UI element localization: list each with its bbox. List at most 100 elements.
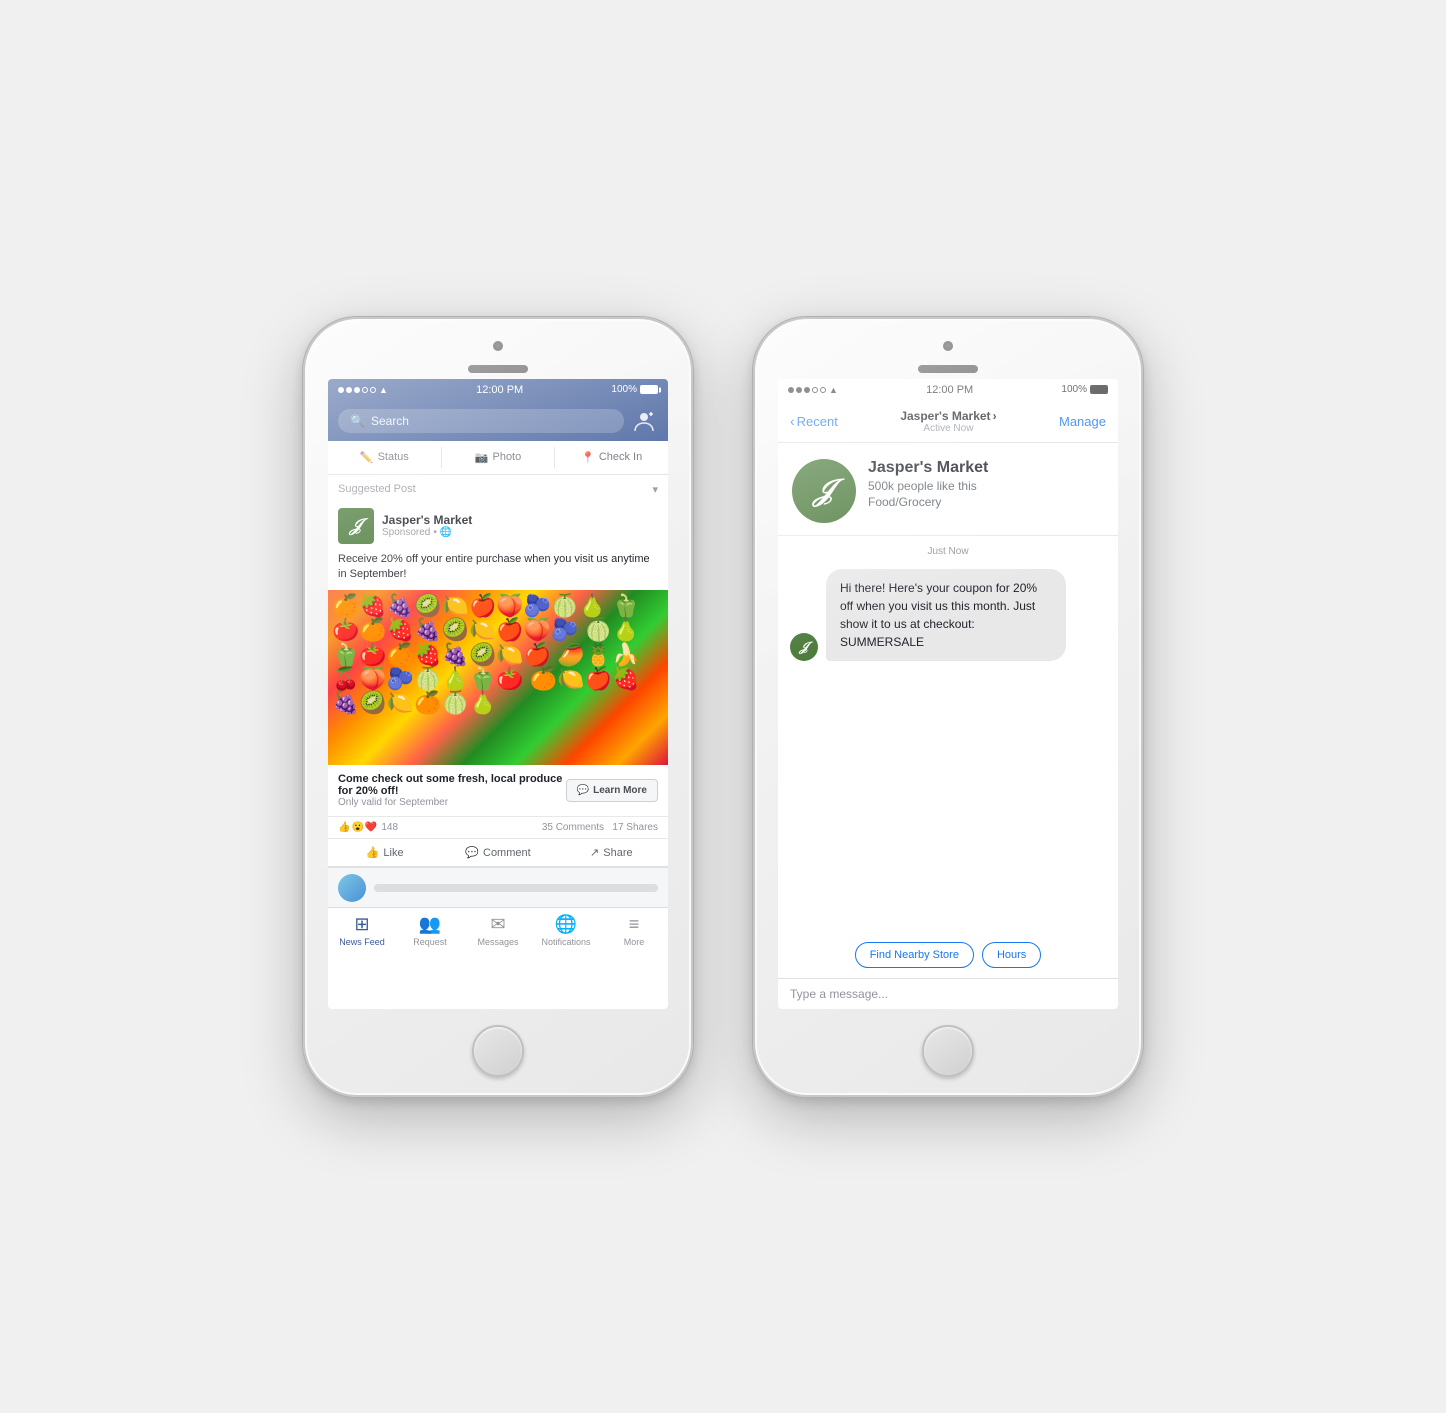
fb-status-bar: ▲ 12:00 PM 100% bbox=[328, 379, 668, 401]
msg-page-likes: 500k people like this bbox=[868, 479, 1104, 493]
msg-status-time: 12:00 PM bbox=[926, 384, 973, 396]
sponsored-text: Sponsored bbox=[382, 527, 430, 538]
search-placeholder: Search bbox=[371, 414, 409, 428]
msg-chat-area: Just Now 𝒥 Hi there! Here's your coupon … bbox=[778, 536, 1118, 932]
mdot2 bbox=[796, 387, 802, 393]
photo-button[interactable]: 📷 Photo bbox=[442, 447, 556, 468]
home-button-1[interactable] bbox=[472, 1025, 524, 1077]
suggested-text: Suggested Post bbox=[338, 483, 416, 495]
search-icon: 🔍 bbox=[350, 414, 365, 428]
heart-emoji: ❤️ bbox=[365, 822, 377, 833]
fb-bottom-nav: ⊞ News Feed 👥 Request ✉ Messages 🌐 Notif… bbox=[328, 907, 668, 951]
nav-messages[interactable]: ✉ Messages bbox=[464, 914, 532, 947]
fb-search-box[interactable]: 🔍 Search bbox=[338, 409, 624, 433]
fb-nav-bar: 🔍 Search bbox=[328, 401, 668, 441]
msg-timestamp: Just Now bbox=[790, 546, 1106, 557]
shares-count: 17 Shares bbox=[612, 822, 658, 833]
msg-battery-percent: 100% bbox=[1061, 384, 1087, 395]
msg-page-name[interactable]: Jasper's Market bbox=[868, 459, 1104, 477]
mdot5 bbox=[820, 387, 826, 393]
nav-more[interactable]: ≡ More bbox=[600, 914, 668, 947]
facebook-screen: ▲ 12:00 PM 100% 🔍 Search bbox=[328, 379, 668, 1009]
signal-dots bbox=[338, 387, 376, 393]
fb-cta-text: Come check out some fresh, local produce… bbox=[338, 773, 566, 808]
phones-container: ▲ 12:00 PM 100% 🔍 Search bbox=[303, 317, 1143, 1097]
checkin-icon: 📍 bbox=[581, 451, 595, 464]
post-sponsored: Sponsored • 🌐 bbox=[382, 527, 658, 538]
msg-page-status: Active Now bbox=[900, 423, 996, 434]
fb-suggested-label: Suggested Post ▾ bbox=[328, 475, 668, 500]
next-post-avatar bbox=[338, 874, 366, 902]
checkin-label: Check In bbox=[599, 451, 642, 463]
reaction-count: 148 bbox=[381, 822, 398, 833]
msg-battery: 100% bbox=[1061, 384, 1108, 395]
nav-news-feed[interactable]: ⊞ News Feed bbox=[328, 914, 396, 947]
msg-nav-bar: ‹ Recent Jasper's Market › Active Now Ma… bbox=[778, 401, 1118, 443]
status-button[interactable]: ✏️ Status bbox=[328, 447, 442, 468]
next-post-preview bbox=[328, 867, 668, 907]
mute-button bbox=[303, 439, 305, 474]
manage-button[interactable]: Manage bbox=[1059, 414, 1106, 429]
msg-page-name-text: Jasper's Market bbox=[900, 409, 990, 423]
msg-page-title: Jasper's Market › bbox=[900, 409, 996, 423]
dot2 bbox=[346, 387, 352, 393]
like-label: Like bbox=[383, 847, 403, 859]
nav-notifications[interactable]: 🌐 Notifications bbox=[532, 914, 600, 947]
news-feed-label: News Feed bbox=[339, 937, 385, 947]
comment-label: Comment bbox=[483, 847, 531, 859]
msg-page-info: Jasper's Market › Active Now bbox=[900, 409, 996, 434]
mdot1 bbox=[788, 387, 794, 393]
dot5 bbox=[370, 387, 376, 393]
cta-title: Come check out some fresh, local produce… bbox=[338, 773, 566, 797]
fb-sponsored-post: 𝒥 Jasper's Market Sponsored • 🌐 Receive … bbox=[328, 500, 668, 868]
share-button[interactable]: ↗ Share bbox=[555, 841, 668, 864]
mdot4 bbox=[812, 387, 818, 393]
fb-actions-bar: 👍 Like 💬 Comment ↗ Share bbox=[328, 839, 668, 866]
fb-status-time: 12:00 PM bbox=[476, 384, 523, 396]
msg-page-category: Food/Grocery bbox=[868, 495, 1104, 509]
fb-reactions-bar: 👍 😮 ❤️ 148 35 Comments 17 Shares bbox=[328, 817, 668, 839]
msg-input-field[interactable]: Type a message... bbox=[790, 987, 1106, 1001]
volume-down-button bbox=[303, 564, 305, 624]
cta-subtitle: Only valid for September bbox=[338, 797, 566, 808]
engagement-stats: 35 Comments 17 Shares bbox=[542, 822, 658, 833]
learn-more-label: Learn More bbox=[593, 785, 647, 796]
status-label: Status bbox=[378, 451, 409, 463]
wifi-icon: ▲ bbox=[379, 385, 388, 395]
phone-top bbox=[305, 319, 691, 373]
fb-profile-icon[interactable] bbox=[630, 407, 658, 435]
like-icon: 👍 bbox=[366, 846, 380, 859]
post-page-name[interactable]: Jasper's Market bbox=[382, 513, 658, 527]
photo-icon: 📷 bbox=[475, 451, 489, 464]
phone-top-2 bbox=[755, 319, 1141, 373]
msg-battery-icon bbox=[1090, 385, 1108, 394]
hours-button[interactable]: Hours bbox=[982, 942, 1041, 968]
msg-sender-avatar: 𝒥 bbox=[790, 633, 818, 661]
back-button[interactable]: ‹ Recent bbox=[790, 413, 838, 429]
comment-button[interactable]: 💬 Comment bbox=[441, 841, 554, 864]
mute-button-2 bbox=[753, 439, 755, 474]
msg-page-header: 𝒥 Jasper's Market 500k people like this … bbox=[778, 443, 1118, 536]
share-label: Share bbox=[603, 847, 632, 859]
phone-messenger: ▲ 12:00 PM 100% ‹ Recent Jas bbox=[753, 317, 1143, 1097]
checkin-button[interactable]: 📍 Check In bbox=[555, 447, 668, 468]
find-nearby-store-button[interactable]: Find Nearby Store bbox=[855, 942, 974, 968]
msg-signal: ▲ bbox=[788, 385, 838, 395]
nav-request[interactable]: 👥 Request bbox=[396, 914, 464, 947]
messages-label: Messages bbox=[477, 937, 518, 947]
volume-up-button-2 bbox=[753, 489, 755, 549]
msg-input-bar: Type a message... bbox=[778, 978, 1118, 1009]
more-icon: ≡ bbox=[629, 914, 640, 935]
phone-facebook: ▲ 12:00 PM 100% 🔍 Search bbox=[303, 317, 693, 1097]
like-button[interactable]: 👍 Like bbox=[328, 841, 441, 864]
volume-down-button-2 bbox=[753, 564, 755, 624]
comments-count: 35 Comments bbox=[542, 822, 604, 833]
home-button-2[interactable] bbox=[922, 1025, 974, 1077]
post-fruit-image: 🍊🍓🍇🥝🍋🍎🍑🫐🍈🍐 🫑🍅🍊🍓🍇🥝🍋🍎🍑🫐 🍈🍐🫑🍅🍊🍓🍇🥝🍋🍎 🥭🍍🍌🍒🍑🫐🍈… bbox=[328, 590, 668, 765]
messenger-screen: ▲ 12:00 PM 100% ‹ Recent Jas bbox=[778, 379, 1118, 1009]
msg-quick-replies: Find Nearby Store Hours bbox=[778, 932, 1118, 978]
msg-wifi-icon: ▲ bbox=[829, 385, 838, 395]
news-feed-icon: ⊞ bbox=[354, 914, 369, 935]
learn-more-button[interactable]: 💬 Learn More bbox=[566, 779, 658, 802]
back-chevron-icon: ‹ bbox=[790, 413, 795, 429]
